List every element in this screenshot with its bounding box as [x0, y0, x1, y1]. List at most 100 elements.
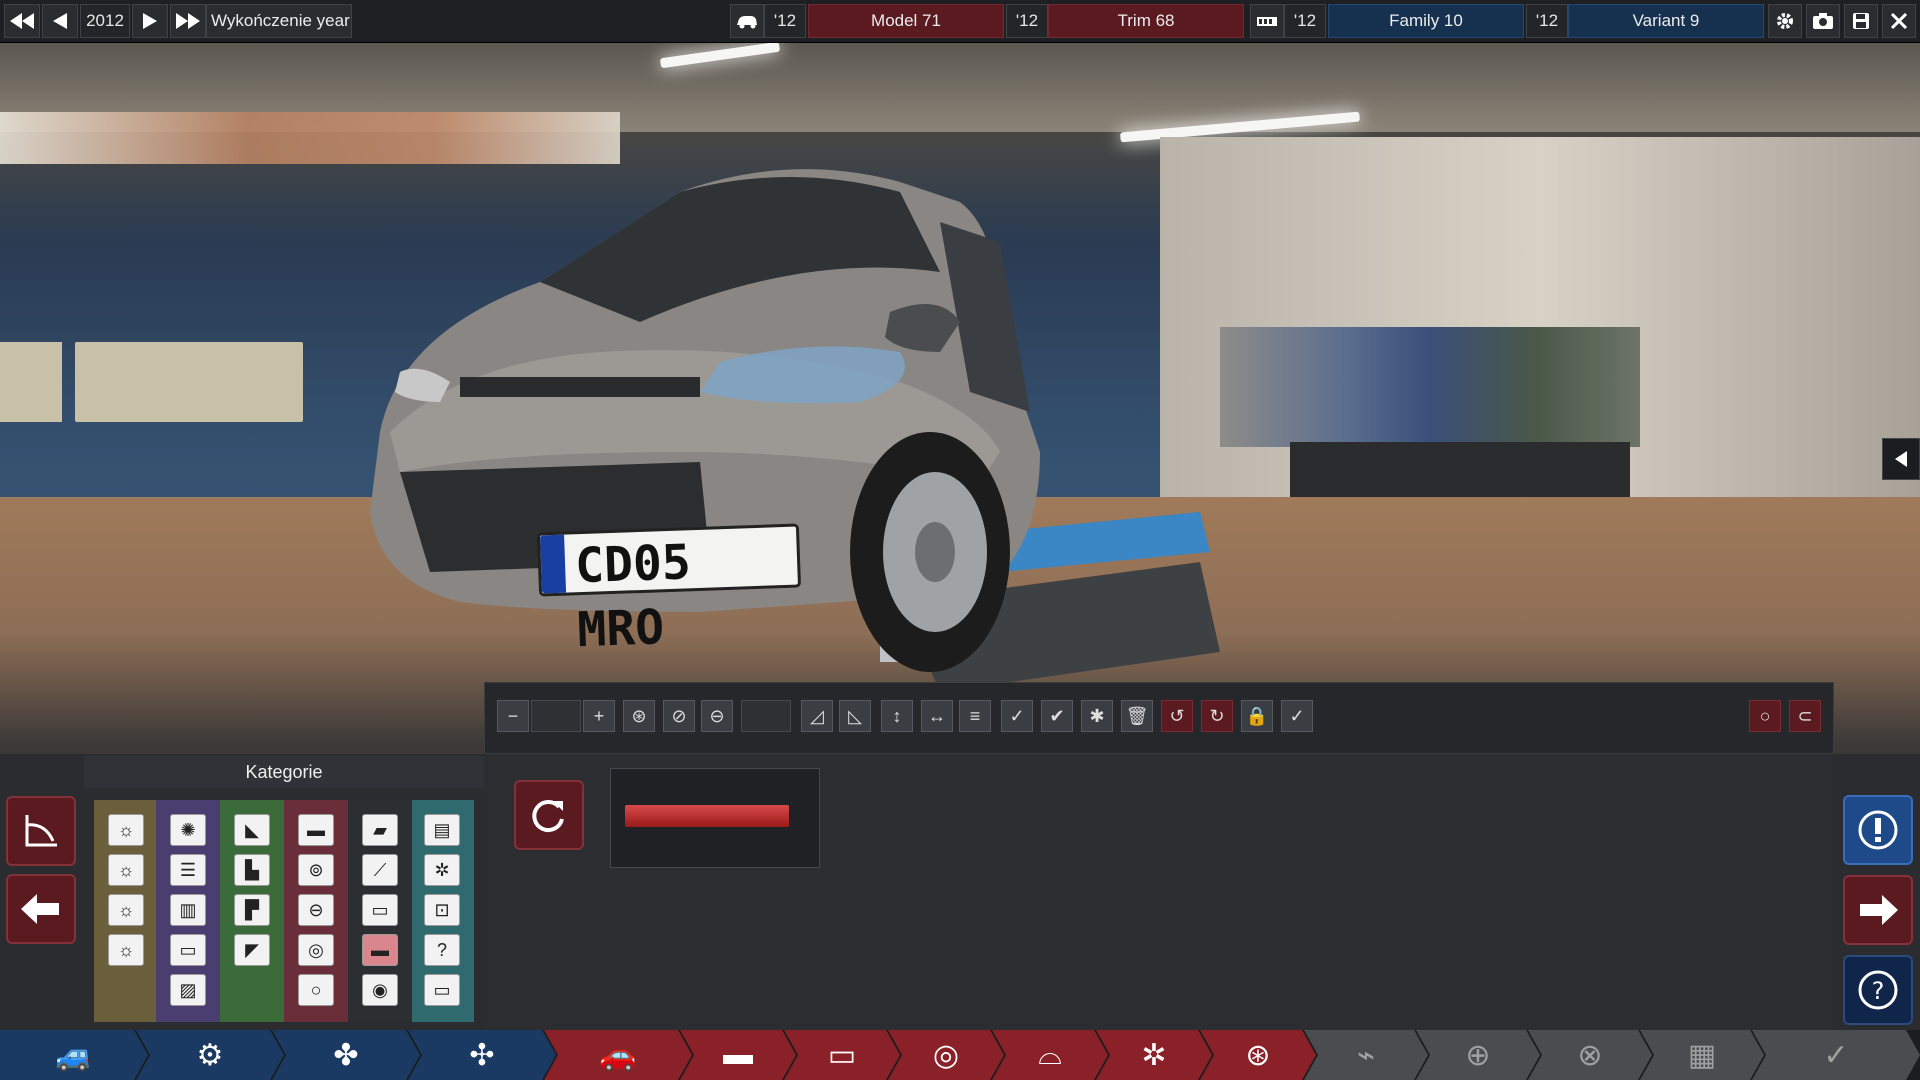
finish-icon: ✓	[1823, 1038, 1849, 1072]
exhaust-category[interactable]: ▰	[362, 814, 398, 846]
nav-interior[interactable]: ⊕	[1416, 1030, 1540, 1080]
unknown-category[interactable]: ?	[424, 934, 460, 966]
rim-category[interactable]: ✲	[424, 854, 460, 886]
part-card-trim-strip[interactable]	[610, 768, 820, 868]
pivot-spread-button[interactable]: ✱	[1081, 700, 1113, 732]
wheel-cover-category[interactable]: ⊚	[298, 854, 334, 886]
nav-body[interactable]: 🚙	[0, 1030, 148, 1080]
center-button[interactable]: ⊛	[623, 700, 655, 732]
delete-button[interactable]: 🗑	[1121, 700, 1153, 732]
back-button[interactable]	[6, 874, 76, 944]
van-model[interactable]	[340, 132, 1240, 732]
sensor-category[interactable]: ⊡	[424, 894, 460, 926]
mirror-category[interactable]: ◎	[298, 934, 334, 966]
move-vertical-button[interactable]: ↕	[881, 700, 913, 732]
nav-safety[interactable]: ⊗	[1528, 1030, 1652, 1080]
plate-category[interactable]: ▭	[362, 894, 398, 926]
close-button[interactable]	[1882, 4, 1916, 38]
confirm-button[interactable]: ✓	[1281, 700, 1313, 732]
handle-category[interactable]: ⊖	[298, 894, 334, 926]
rotate-right-button[interactable]: ↻	[1201, 700, 1233, 732]
nav-chassis[interactable]: ▭	[784, 1030, 900, 1080]
prev-year-button[interactable]	[42, 4, 78, 38]
bumper-category[interactable]: ▬	[298, 814, 334, 846]
pivot-button[interactable]: ✓	[1001, 700, 1033, 732]
panel-category[interactable]: ▤	[424, 814, 460, 846]
reset-button[interactable]	[514, 780, 584, 850]
year-field[interactable]: 2012	[80, 4, 130, 38]
warnings-button[interactable]	[1843, 795, 1913, 865]
target-category[interactable]: ◉	[362, 974, 398, 1006]
nav-body-design[interactable]: 🚗	[544, 1030, 692, 1080]
trim-tab[interactable]: Trim 68	[1048, 4, 1244, 38]
frame-icon: ▭	[179, 939, 197, 960]
nav-engine-parts[interactable]: ⚙	[136, 1030, 284, 1080]
mesh-category[interactable]: ▥	[170, 894, 206, 926]
trash-icon: 🗑	[1125, 705, 1149, 726]
no-symmetry-button[interactable]: ⊘	[663, 700, 695, 732]
nav-lights[interactable]: ◎	[888, 1030, 1004, 1080]
spoiler-category[interactable]: ▛	[234, 894, 270, 926]
stretch-button[interactable]: ≡	[959, 700, 991, 732]
nav-engine[interactable]: ✤	[272, 1030, 420, 1080]
exhaust-icon: ▰	[373, 819, 387, 840]
variant-tab[interactable]: Variant 9	[1568, 4, 1764, 38]
snap-toggle-button[interactable]: ⊂	[1789, 700, 1821, 732]
diffuser-category[interactable]: ◤	[234, 934, 270, 966]
next-year-button[interactable]	[132, 4, 168, 38]
nav-drive[interactable]: ⌁	[1304, 1030, 1428, 1080]
grille-category[interactable]: ☰	[170, 854, 206, 886]
vent-category[interactable]: ◣	[234, 814, 270, 846]
flip-button[interactable]: ⊖	[701, 700, 733, 732]
size-field[interactable]	[531, 700, 581, 732]
nav-testing[interactable]: ▦	[1640, 1030, 1764, 1080]
indicator-category[interactable]: ☼	[108, 934, 144, 966]
wiper-category[interactable]: ⟋	[362, 854, 398, 886]
engine-selector-button[interactable]	[1250, 4, 1284, 38]
model-tab[interactable]: Model 71	[808, 4, 1004, 38]
last-year-button[interactable]	[170, 4, 206, 38]
first-year-button[interactable]	[4, 4, 40, 38]
family-tab[interactable]: Family 10	[1328, 4, 1524, 38]
nav-wheels[interactable]: ✲	[1096, 1030, 1212, 1080]
side-panel-toggle[interactable]	[1882, 438, 1920, 480]
rotate-left-button[interactable]: ↺	[1161, 700, 1193, 732]
headlight-category[interactable]: ☼	[108, 814, 144, 846]
floppy-disk-icon	[1852, 12, 1870, 30]
bar-category[interactable]: ▭	[424, 974, 460, 1006]
emblem-category[interactable]: ✺	[170, 814, 206, 846]
trim-strip-category-selected[interactable]: ▬	[362, 934, 398, 966]
lock-button[interactable]: 🔒	[1241, 700, 1273, 732]
screenshot-button[interactable]	[1806, 4, 1840, 38]
mirror-toggle-button[interactable]: ○	[1749, 700, 1781, 732]
angle-field[interactable]	[741, 700, 791, 732]
engine-parts-icon: ⚙	[196, 1038, 224, 1072]
scale-corner-button[interactable]: ◿	[801, 700, 833, 732]
circle-category[interactable]: ○	[298, 974, 334, 1006]
next-button[interactable]	[1843, 875, 1913, 945]
spoiler-icon: ▛	[245, 899, 259, 920]
grow-button[interactable]: +	[583, 700, 615, 732]
texture-category[interactable]: ▨	[170, 974, 206, 1006]
scoop-category[interactable]: ▙	[234, 854, 270, 886]
pivot-down-button[interactable]: ✔	[1041, 700, 1073, 732]
nav-transmission[interactable]: ✣	[408, 1030, 556, 1080]
shrink-button[interactable]: −	[497, 700, 529, 732]
taillight-category[interactable]: ☼	[108, 894, 144, 926]
foglight-category[interactable]: ☼	[108, 854, 144, 886]
frame-category[interactable]: ▭	[170, 934, 206, 966]
license-plate: CD05 MRO	[536, 523, 802, 658]
help-button[interactable]: ?	[1843, 955, 1913, 1025]
car-icon	[735, 13, 759, 29]
nav-brakes[interactable]: ⊛	[1200, 1030, 1316, 1080]
move-horizontal-button[interactable]: ↔	[921, 700, 953, 732]
target-icon: ◉	[372, 979, 388, 1000]
model-selector-button[interactable]	[730, 4, 764, 38]
nav-van[interactable]: ▬	[680, 1030, 796, 1080]
settings-button[interactable]	[1768, 4, 1802, 38]
nav-finish[interactable]: ✓	[1752, 1030, 1920, 1080]
skew-button[interactable]: ◺	[839, 700, 871, 732]
nav-suspension[interactable]: ⌓	[992, 1030, 1108, 1080]
align-tool-button[interactable]	[6, 796, 76, 866]
save-button[interactable]	[1844, 4, 1878, 38]
